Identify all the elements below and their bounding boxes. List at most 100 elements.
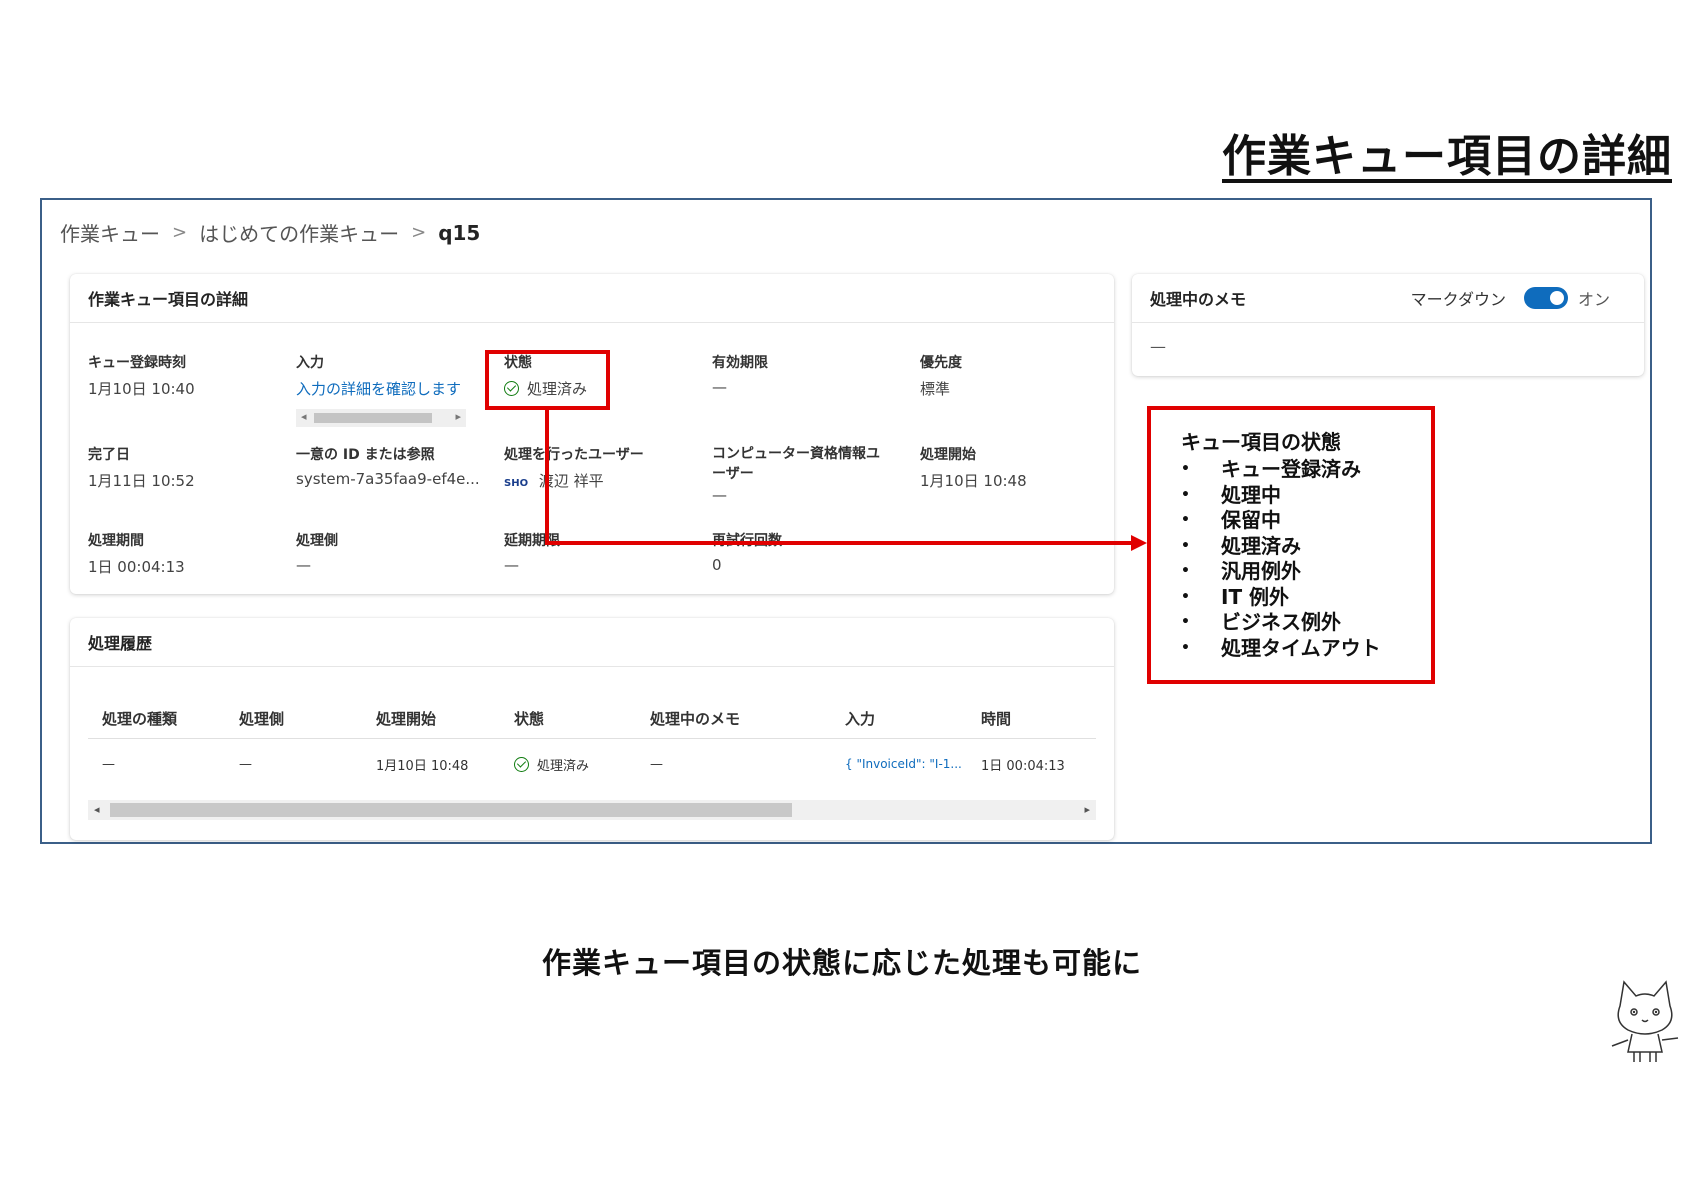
scroll-thumb[interactable] [110, 803, 792, 817]
field-value: 0 [712, 556, 722, 574]
input-details-link[interactable]: 入力の詳細を確認します [296, 378, 486, 399]
markdown-toggle[interactable] [1523, 287, 1568, 309]
field-label: 処理開始 [920, 447, 976, 463]
field-value: — [504, 556, 519, 574]
memo-body[interactable]: — [1132, 323, 1644, 370]
field-label: キュー登録時刻 [88, 355, 186, 371]
breadcrumb-current: q15 [438, 220, 481, 245]
column-header[interactable]: 状態 [500, 708, 636, 729]
field-value: — [712, 486, 727, 504]
toggle-state-label: オン [1577, 290, 1610, 309]
field-label: 再試行回数 [712, 533, 782, 549]
table-cell: 1日 00:04:13 [981, 758, 1065, 774]
markdown-label: マークダウン [1410, 290, 1506, 309]
scroll-right-icon[interactable]: ▸ [1084, 803, 1090, 816]
details-card: 作業キュー項目の詳細 キュー登録時刻 1月10日 10:40 入力 入力の詳細を… [70, 274, 1114, 594]
history-scrollbar[interactable]: ◂ ▸ [88, 800, 1096, 820]
history-card-title: 処理履歴 [70, 618, 1114, 667]
breadcrumb-item-work-queues[interactable]: 作業キュー [60, 218, 160, 247]
field-value: 1月11日 10:52 [88, 472, 195, 490]
field-label: 完了日 [88, 447, 130, 463]
field-credential-user: コンピューター資格情報ユーザー — [712, 444, 882, 504]
field-input: 入力 入力の詳細を確認します ◂ ▸ [296, 352, 486, 427]
field-label: 一意の ID または参照 [296, 447, 435, 463]
status-highlight-box [485, 350, 610, 410]
slide-caption: 作業キュー項目の状態に応じた処理も可能に [541, 946, 1142, 980]
table-header: 処理の種類 処理側 処理開始 状態 処理中のメモ 入力 時間 [88, 698, 1096, 739]
list-item: • 処理タイムアウト [1181, 635, 1381, 660]
field-label: 延期期限 [504, 533, 560, 549]
field-started: 処理開始 1月10日 10:48 [920, 444, 1110, 491]
table-row[interactable]: — — 1月10日 10:48 処理済み — { "InvoiceId": "I… [88, 739, 1096, 789]
list-item: • キュー登録済み [1181, 457, 1361, 481]
field-value: — [712, 378, 727, 396]
field-retries: 再試行回数 0 [712, 530, 902, 574]
field-label: 入力 [296, 355, 324, 371]
status-text: 処理済み [537, 758, 590, 774]
scroll-right-icon[interactable]: ▸ [455, 410, 461, 423]
column-header[interactable]: 時間 [967, 708, 1096, 729]
list-item: • 処理中 [1181, 482, 1281, 507]
list-item: • 保留中 [1181, 508, 1281, 532]
field-value: 1月10日 10:48 [920, 472, 1027, 490]
user-name: 渡辺 祥平 [538, 472, 604, 490]
memo-header: 処理中のメモ マークダウン オン [1132, 274, 1644, 323]
memo-card: 処理中のメモ マークダウン オン — [1132, 274, 1644, 376]
list-item: • 処理済み [1181, 533, 1301, 558]
scroll-left-icon[interactable]: ◂ [94, 803, 100, 816]
field-priority: 優先度 標準 [920, 352, 1110, 399]
states-callout: キュー項目の状態 • キュー登録済み • 処理中 • 保留中 • 処理済み • 汎用例外 … [1147, 406, 1435, 684]
list-item: • 汎用例外 [1181, 559, 1301, 583]
slide-title: 作業キュー項目の詳細 [1222, 131, 1672, 182]
field-label: コンピューター資格情報ユーザー [712, 446, 880, 482]
field-value: 標準 [920, 380, 951, 398]
scroll-thumb[interactable] [314, 413, 432, 423]
breadcrumb: 作業キュー > はじめての作業キュー > q15 [60, 218, 480, 247]
list-item: • ビジネス例外 [1181, 610, 1341, 634]
user-value: SHO 渡辺 祥平 [504, 470, 694, 491]
check-circle-icon [514, 756, 529, 772]
table-cell: — [239, 756, 252, 772]
chevron-right-icon: > [172, 222, 188, 243]
field-label: 処理を行ったユーザー [504, 447, 644, 463]
field-label: 処理期間 [88, 533, 144, 549]
field-processed-by: 処理を行ったユーザー SHO 渡辺 祥平 [504, 444, 694, 491]
table-cell: — [650, 756, 663, 772]
table-cell: — [102, 756, 115, 772]
field-label: 処理側 [296, 533, 338, 549]
scroll-left-icon[interactable]: ◂ [301, 410, 307, 423]
column-header[interactable]: 処理中のメモ [636, 708, 831, 729]
field-delay: 延期期限 — [504, 530, 694, 574]
history-table: 処理の種類 処理側 処理開始 状態 処理中のメモ 入力 時間 — — 1月10日… [88, 698, 1096, 789]
field-expiry: 有効期限 — [712, 352, 902, 396]
list-item: • IT 例外 [1181, 584, 1290, 609]
field-processor: 処理側 — [296, 530, 486, 574]
column-header[interactable]: 処理開始 [362, 708, 500, 729]
details-card-title: 作業キュー項目の詳細 [70, 274, 1114, 323]
column-header[interactable]: 処理側 [225, 708, 362, 729]
column-header[interactable]: 入力 [831, 708, 967, 729]
field-value: system-7a35faa9-ef4e... [296, 470, 480, 488]
field-value: 1月10日 10:40 [88, 380, 195, 398]
history-card: 処理履歴 処理の種類 処理側 処理開始 状態 処理中のメモ 入力 時間 — — … [70, 618, 1114, 840]
breadcrumb-item-queue[interactable]: はじめての作業キュー [199, 218, 399, 247]
avatar: SHO [504, 478, 529, 489]
input-scrollbar[interactable]: ◂ ▸ [296, 409, 466, 427]
cat-mascot-icon [1611, 980, 1679, 1062]
field-value: — [296, 556, 311, 574]
field-queued-at: キュー登録時刻 1月10日 10:40 [88, 352, 278, 399]
table-cell-status: 処理済み [500, 755, 636, 774]
field-duration: 処理期間 1日 00:04:13 [88, 530, 278, 577]
field-label: 優先度 [920, 355, 962, 371]
input-json-link[interactable]: { "InvoiceId": "I-1... [831, 757, 967, 771]
table-cell: 1月10日 10:48 [376, 758, 469, 774]
memo-title: 処理中のメモ [1150, 290, 1247, 309]
field-label: 有効期限 [712, 355, 768, 371]
chevron-right-icon: > [411, 222, 427, 243]
field-value: 1日 00:04:13 [88, 558, 185, 576]
states-list: • キュー登録済み • 処理中 • 保留中 • 処理済み • 汎用例外 • IT 例外 • ビ… [1181, 457, 1431, 661]
column-header[interactable]: 処理の種類 [88, 708, 225, 729]
states-callout-title: キュー項目の状態 [1181, 430, 1341, 454]
field-unique-id: 一意の ID または参照 system-7a35faa9-ef4e... [296, 444, 486, 488]
field-completed: 完了日 1月11日 10:52 [88, 444, 278, 491]
